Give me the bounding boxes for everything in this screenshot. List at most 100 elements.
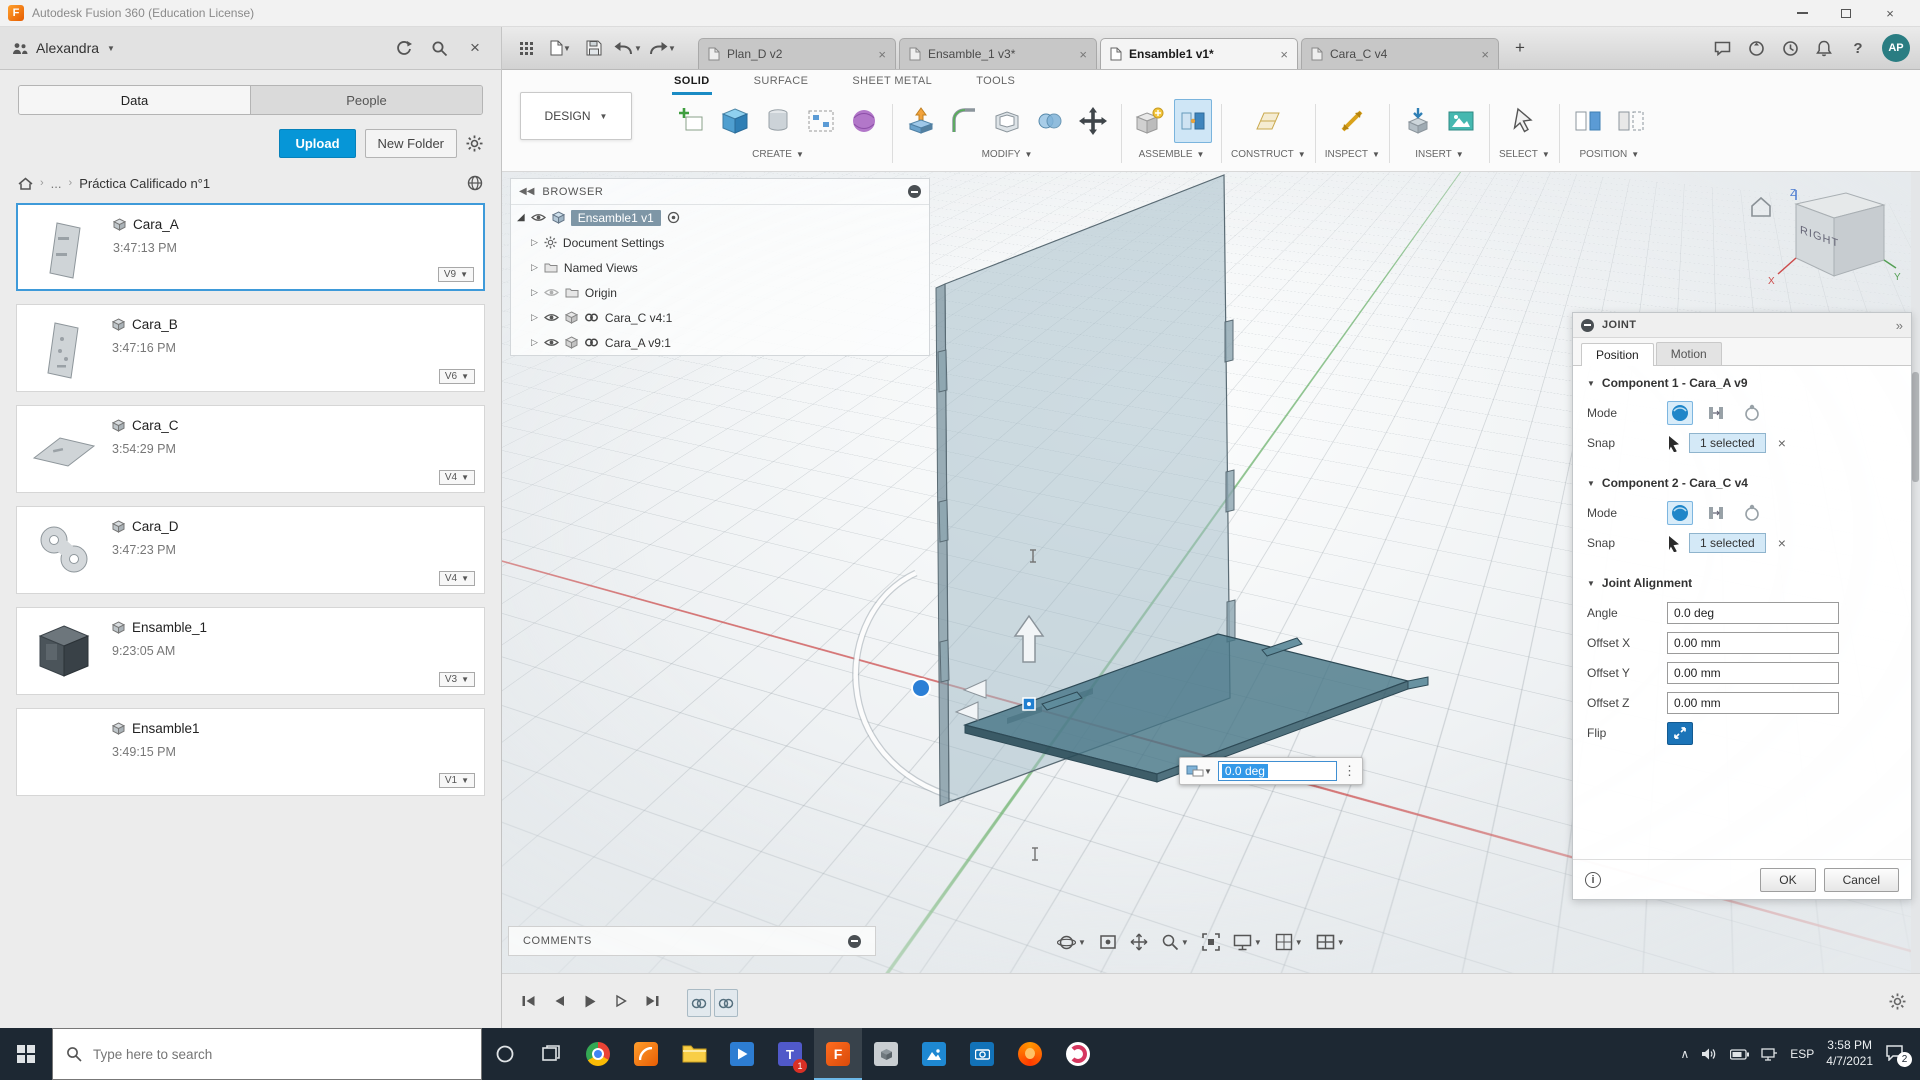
press-pull-icon[interactable]	[902, 99, 940, 143]
language-indicator[interactable]: ESP	[1790, 1047, 1814, 1061]
browser-root-row[interactable]: ◢ Ensamble1 v1	[511, 205, 929, 230]
zoom-icon[interactable]: ▼	[1161, 933, 1189, 951]
upload-button[interactable]: Upload	[279, 129, 356, 158]
group-label-assemble[interactable]: ASSEMBLE ▼	[1139, 149, 1205, 160]
insert-canvas-icon[interactable]	[1442, 99, 1480, 143]
collapsed-arrow-icon[interactable]: ▷	[531, 287, 538, 298]
task-view-button[interactable]	[528, 1028, 574, 1080]
move-copy-icon[interactable]	[1074, 99, 1112, 143]
version-badge[interactable]: V6 ▼	[438, 369, 475, 384]
timeline-play-button[interactable]	[578, 989, 602, 1013]
file-menu-button[interactable]: ▼	[546, 34, 574, 62]
create-sketch-icon[interactable]	[673, 99, 711, 143]
data-item-cara-b[interactable]: Cara_B 3:47:16 PM V6 ▼	[16, 304, 485, 392]
home-icon[interactable]	[18, 177, 33, 190]
data-item-ensamble1[interactable]: Ensamble1 3:49:15 PM V1 ▼	[16, 708, 485, 796]
user-menu[interactable]: Alexandra	[36, 40, 99, 56]
dialog-collapse-icon[interactable]	[1581, 318, 1594, 332]
mode-motion-icon[interactable]	[1739, 501, 1765, 525]
network-icon[interactable]	[1761, 1047, 1778, 1061]
timeline-joint-item-1[interactable]	[687, 989, 711, 1017]
close-button[interactable]: ×	[1868, 0, 1912, 26]
timeline-settings-gear-icon[interactable]	[1889, 993, 1906, 1010]
joint-tool-icon[interactable]	[1174, 99, 1212, 143]
insert-derive-icon[interactable]	[1399, 99, 1437, 143]
measure-icon[interactable]	[1333, 99, 1371, 143]
revert-position-icon[interactable]	[1612, 99, 1650, 143]
mode-simple-icon[interactable]	[1667, 501, 1693, 525]
grid-snap-icon[interactable]: ▼	[1275, 933, 1303, 951]
tab-close-icon[interactable]: ×	[878, 47, 886, 62]
photos-icon[interactable]	[910, 1028, 958, 1080]
activate-radio-icon[interactable]	[667, 211, 680, 224]
notifications-bell-icon[interactable]	[1810, 34, 1838, 62]
collapsed-arrow-icon[interactable]: ▷	[531, 237, 538, 248]
taskbar-search[interactable]	[52, 1028, 482, 1080]
select-cursor-icon[interactable]	[1505, 99, 1543, 143]
offset-y-field[interactable]: 0.00 mm	[1667, 662, 1839, 684]
group-label-create[interactable]: CREATE ▼	[752, 149, 804, 160]
fusion360-app-icon[interactable]	[622, 1028, 670, 1080]
scrollbar-thumb[interactable]	[1912, 372, 1919, 482]
pan-icon[interactable]	[1130, 933, 1148, 951]
battery-icon[interactable]	[1730, 1048, 1750, 1060]
expanded-arrow-icon[interactable]: ◢	[517, 212, 525, 223]
avatar[interactable]: AP	[1882, 34, 1910, 62]
clock-icon[interactable]	[1776, 34, 1804, 62]
doc-tab-ensamble-1[interactable]: Ensamble_1 v3* ×	[899, 38, 1097, 69]
data-item-cara-c[interactable]: Cara_C 3:54:29 PM V4 ▼	[16, 405, 485, 493]
cortana-button[interactable]	[482, 1028, 528, 1080]
browser-node-cara-c[interactable]: ▷ Cara_C v4:1	[511, 305, 929, 330]
search-input[interactable]	[93, 1046, 468, 1062]
browser-collapse-icon[interactable]	[908, 185, 921, 198]
offset-z-field[interactable]: 0.00 mm	[1667, 692, 1839, 714]
web-globe-icon[interactable]	[467, 175, 483, 191]
chrome-icon[interactable]	[574, 1028, 622, 1080]
offset-x-field[interactable]: 0.00 mm	[1667, 632, 1839, 654]
group-label-insert[interactable]: INSERT ▼	[1415, 149, 1463, 160]
movies-app-icon[interactable]	[718, 1028, 766, 1080]
tray-expand-icon[interactable]: ∧	[1680, 1047, 1689, 1061]
new-component-icon[interactable]	[1131, 99, 1169, 143]
volume-icon[interactable]	[1701, 1047, 1718, 1061]
group-label-select[interactable]: SELECT ▼	[1499, 149, 1550, 160]
timeline-skip-end-button[interactable]	[640, 989, 664, 1013]
start-button[interactable]	[0, 1028, 52, 1080]
tab-surface[interactable]: SURFACE	[752, 70, 811, 95]
save-button[interactable]	[580, 34, 608, 62]
fillet-icon[interactable]	[945, 99, 983, 143]
tab-close-icon[interactable]: ×	[1481, 47, 1489, 62]
angle-input[interactable]: 0.0 deg	[1217, 761, 1337, 781]
construct-plane-icon[interactable]	[1249, 99, 1287, 143]
new-folder-button[interactable]: New Folder	[364, 129, 457, 158]
timeline-skip-start-button[interactable]	[516, 989, 540, 1013]
minimize-button[interactable]	[1780, 0, 1824, 26]
shell-icon[interactable]	[988, 99, 1026, 143]
browser-node-cara-a[interactable]: ▷ Cara_A v9:1	[511, 330, 929, 355]
visibility-eye-off-icon[interactable]	[543, 287, 559, 298]
redo-button[interactable]: ▼	[648, 34, 676, 62]
taskbar-clock[interactable]: 3:58 PM 4/7/2021	[1826, 1038, 1873, 1069]
workspace-selector[interactable]: DESIGN ▼	[520, 92, 632, 140]
visibility-eye-icon[interactable]	[530, 212, 546, 223]
group-label-position[interactable]: POSITION ▼	[1579, 149, 1639, 160]
cancel-button[interactable]: Cancel	[1823, 867, 1899, 892]
breadcrumb-ellipsis[interactable]: ...	[51, 176, 62, 191]
tab-data[interactable]: Data	[19, 86, 251, 114]
browser-node-named-views[interactable]: ▷ Named Views	[511, 255, 929, 280]
tab-motion[interactable]: Motion	[1655, 342, 1722, 365]
form-icon[interactable]	[845, 99, 883, 143]
collapsed-arrow-icon[interactable]: ▷	[531, 337, 538, 348]
angle-field[interactable]: 0.0 deg	[1667, 602, 1839, 624]
tab-close-icon[interactable]: ×	[1079, 47, 1087, 62]
box-icon[interactable]	[716, 99, 754, 143]
fit-icon[interactable]	[1202, 933, 1220, 951]
version-badge[interactable]: V9 ▼	[437, 267, 474, 282]
camera-icon[interactable]	[958, 1028, 1006, 1080]
root-node-label[interactable]: Ensamble1 v1	[570, 209, 661, 226]
comments-expand-icon[interactable]	[848, 934, 861, 948]
pattern-icon[interactable]	[802, 99, 840, 143]
capture-position-icon[interactable]	[1569, 99, 1607, 143]
timeline-joint-item-2[interactable]	[714, 989, 738, 1017]
revolve-icon[interactable]	[759, 99, 797, 143]
